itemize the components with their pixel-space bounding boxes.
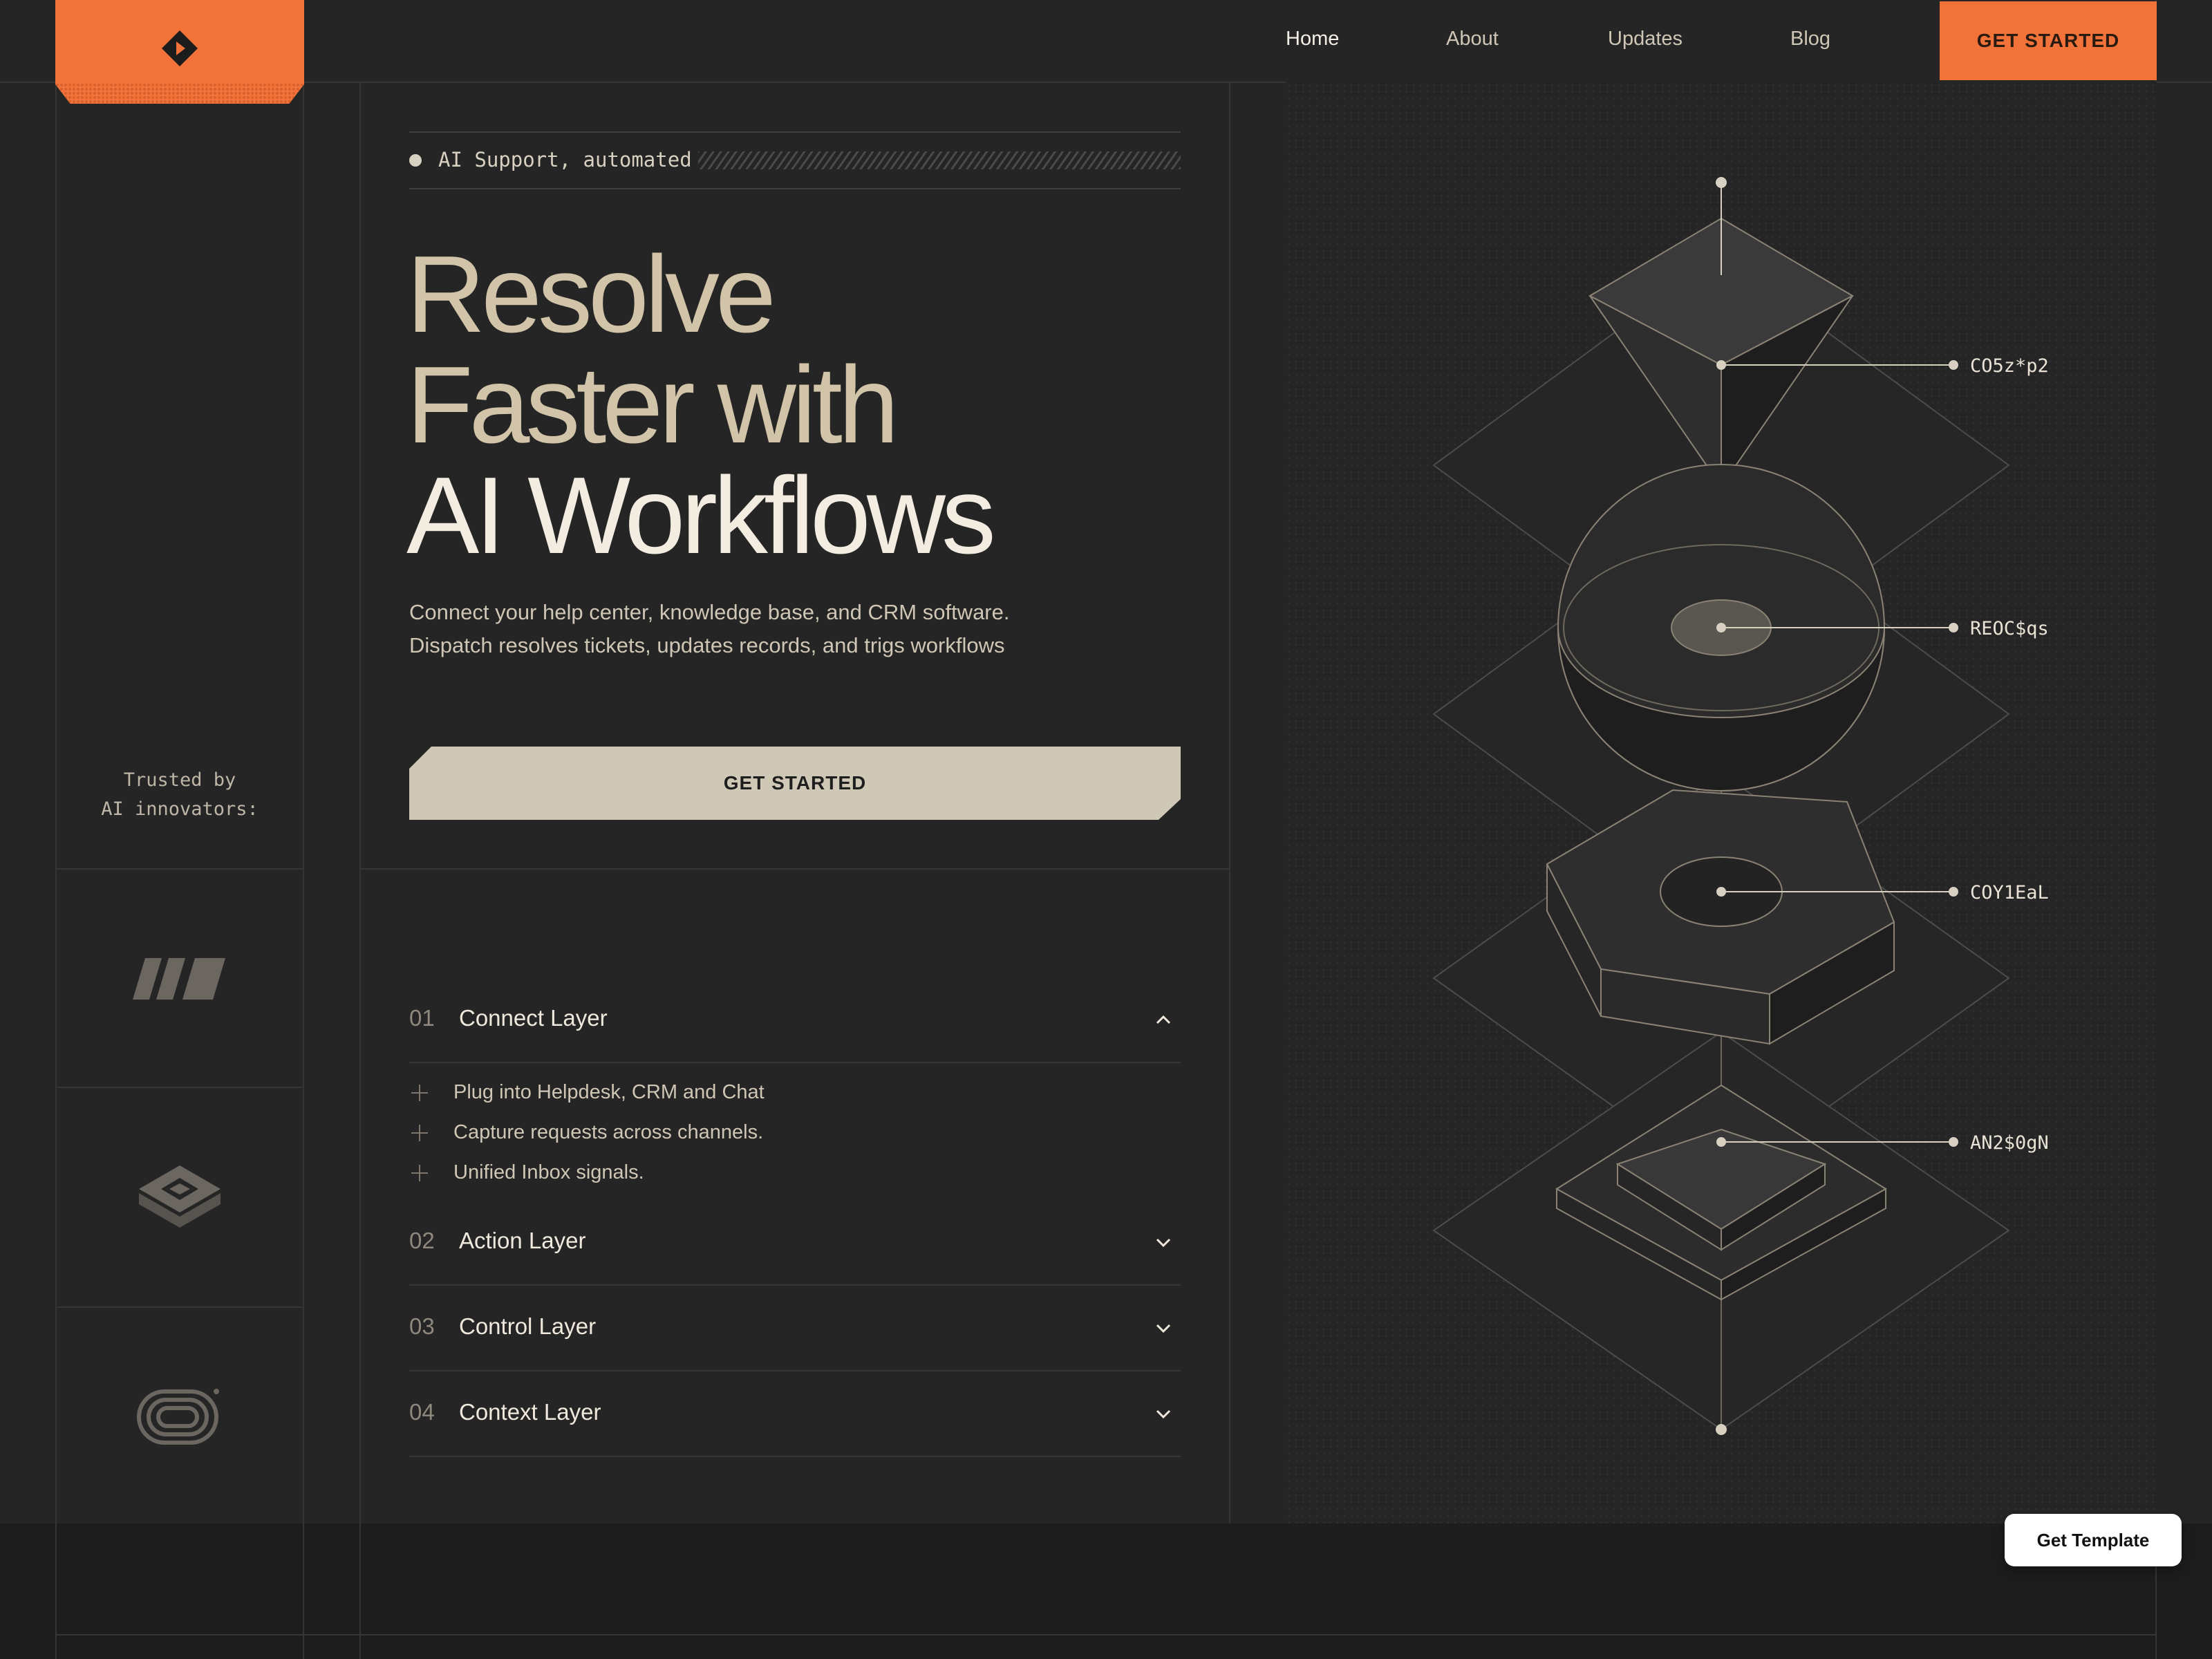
accordion-header-context[interactable]: 04 Context Layer [409,1371,1181,1457]
headline-line-3: AI Workflows [406,455,996,577]
accordion-header-control[interactable]: 03 Control Layer [409,1286,1181,1371]
subtitle-line-1: Connect your help center, knowledge base… [409,600,1010,624]
nav-link-blog[interactable]: Blog [1790,28,1830,50]
chevron-down-icon[interactable] [1153,1232,1174,1253]
stripes-logo-icon [133,958,225,1000]
accordion-number: 03 [409,1313,435,1339]
nav-link-home[interactable]: Home [1286,28,1339,50]
accordion-number: 02 [409,1228,435,1253]
trusted-line-2: AI innovators: [101,798,259,820]
grid-line [303,1524,304,1659]
hero-get-started-button[interactable]: GET STARTED [409,747,1181,820]
grid-line [1229,82,1230,1524]
get-template-button[interactable]: Get Template [2005,1514,2182,1566]
plus-icon [411,1165,428,1181]
chevron-up-icon[interactable] [1153,1009,1174,1030]
headline-line-2: Faster with [406,344,899,466]
tagline-dot-icon [409,154,422,167]
partner-logo-stripes [55,870,304,1088]
plus-icon [411,1085,428,1101]
accordion-list-item: Unified Inbox signals. [409,1160,1181,1200]
hero-headline: Resolve Faster with AI Workflows [406,234,996,577]
accordion-list-item: Capture requests across channels. [409,1120,1181,1160]
grid-line [359,82,361,1659]
layers-logo-icon [139,1165,221,1228]
tagline-hatch-pattern [698,151,1181,169]
partner-logo-layers [55,1088,304,1306]
headline-line-1: Resolve [406,234,776,355]
accordion-item-text: Plug into Helpdesk, CRM and Chat [453,1081,765,1103]
hero-subtitle: Connect your help center, knowledge base… [409,596,1181,662]
partner-logo-loop [55,1308,304,1526]
nav-link-updates[interactable]: Updates [1608,28,1683,50]
subtitle-line-2: Dispatch resolves tickets, updates recor… [409,633,1005,657]
accordion: 01 Connect Layer Plug into Helpdesk, CRM… [409,977,1181,1457]
grid-line [55,1524,57,1659]
chevron-down-icon[interactable] [1153,1318,1174,1338]
grid-line [359,1524,361,1659]
accordion-number: 01 [409,1005,435,1031]
nav-get-started-button[interactable]: GET STARTED [1940,1,2157,80]
plus-icon [411,1125,428,1141]
brand-logo-block[interactable] [55,0,304,104]
callout-label-2: REOC$qs [1970,618,2049,639]
tagline-bar: AI Support, automated [409,131,1181,189]
chevron-down-icon[interactable] [1153,1403,1174,1424]
accordion-title: Action Layer [459,1228,586,1253]
accordion-number: 04 [409,1399,435,1425]
loop-logo-icon [137,1389,219,1445]
accordion-title: Control Layer [459,1313,597,1339]
accordion-header-action[interactable]: 02 Action Layer [409,1200,1181,1286]
tagline-text: AI Support, automated [438,148,692,171]
nav-link-about[interactable]: About [1446,28,1499,50]
accordion-list-item: Plug into Helpdesk, CRM and Chat [409,1080,1181,1120]
callout-label-3: COY1EaL [1970,882,2049,903]
diamond-logo-icon [162,30,198,66]
logo-dot-pattern [55,83,304,104]
accordion-title: Connect Layer [459,1005,608,1031]
accordion-panel-connect: Plug into Helpdesk, CRM and Chat Capture… [409,1063,1181,1200]
grid-line [359,868,1230,870]
trusted-by-label: Trusted by AI innovators: [55,766,304,824]
accordion-title: Context Layer [459,1399,601,1425]
callout-label-1: CO5z*p2 [1970,355,2049,377]
footer-band [0,1524,2212,1659]
callout-label-4: AN2$0gN [1970,1132,2049,1154]
accordion-item-text: Unified Inbox signals. [453,1161,644,1183]
trusted-line-1: Trusted by [123,769,236,791]
accordion-header-connect[interactable]: 01 Connect Layer [409,977,1181,1063]
layered-stack-illustration: CO5z*p2 REOC$qs COY1EaL AN2$0gN [1432,177,2049,1435]
accordion-item-text: Capture requests across channels. [453,1121,764,1143]
grid-line [55,1634,2157,1635]
